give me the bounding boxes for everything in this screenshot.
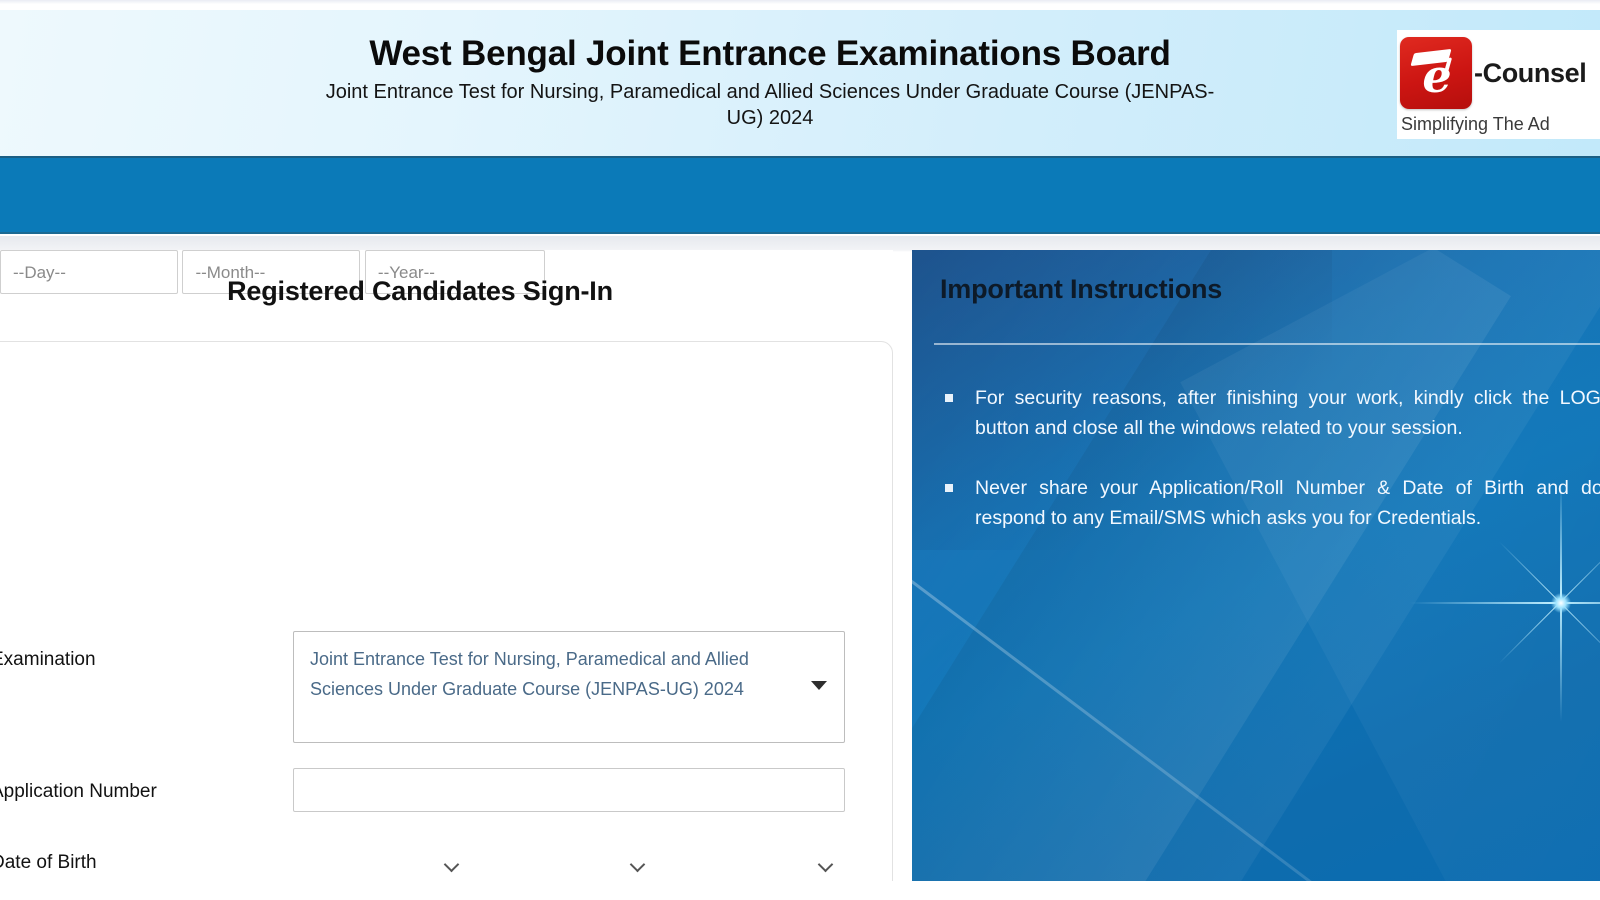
signin-column: Registered Candidates Sign-In Examinatio… [0,250,893,900]
signin-heading: Registered Candidates Sign-In [227,276,613,306]
flare-core [1551,593,1571,613]
signin-card [0,341,893,900]
page-title: West Bengal Joint Entrance Examinations … [369,34,1171,73]
square-bullet-icon [945,484,953,492]
lens-flare-decoration [1410,482,1600,722]
examination-selected-value: Joint Entrance Test for Nursing, Paramed… [310,649,749,699]
application-number-input[interactable] [293,768,845,812]
page-subtitle: Joint Entrance Test for Nursing, Paramed… [325,81,1215,129]
header-title-block: West Bengal Joint Entrance Examinations … [0,32,1540,131]
instruction-item: For security reasons, after finishing yo… [942,383,1600,443]
page-bottom-edge [0,881,1600,900]
instruction-text: Never share your Application/Roll Number… [975,477,1600,529]
page-viewport: West Bengal Joint Entrance Examinations … [0,0,1600,900]
flare-ray [1410,602,1600,604]
chevron-down-icon [811,681,827,690]
instruction-text: For security reasons, after finishing yo… [975,387,1600,439]
square-bullet-icon [945,394,953,402]
graduation-cap-e-icon: e [1400,37,1472,109]
brand-logo-row: e -Counsel [1397,34,1600,112]
instructions-title: Important Instructions [940,274,1223,304]
important-instructions-panel: Important Instructions For security reas… [912,250,1600,882]
logo-e-glyph: e [1422,49,1452,103]
main-navbar[interactable] [0,156,1600,234]
instructions-divider [934,343,1600,345]
brand-tagline: Simplifying The Ad [1401,114,1550,134]
site-header: West Bengal Joint Entrance Examinations … [0,10,1600,156]
application-number-label: Application Number [0,781,157,802]
instruction-item: Never share your Application/Roll Number… [942,473,1600,533]
date-of-birth-label: Date of Birth [0,852,97,873]
examination-select[interactable]: Joint Entrance Test for Nursing, Paramed… [293,631,845,743]
examination-label: Examination [0,649,96,670]
instructions-list: For security reasons, after finishing yo… [942,383,1600,563]
brand-wordmark: -Counsel [1474,57,1587,88]
brand-logo: e -Counsel Simplifying The Ad [1397,30,1600,139]
